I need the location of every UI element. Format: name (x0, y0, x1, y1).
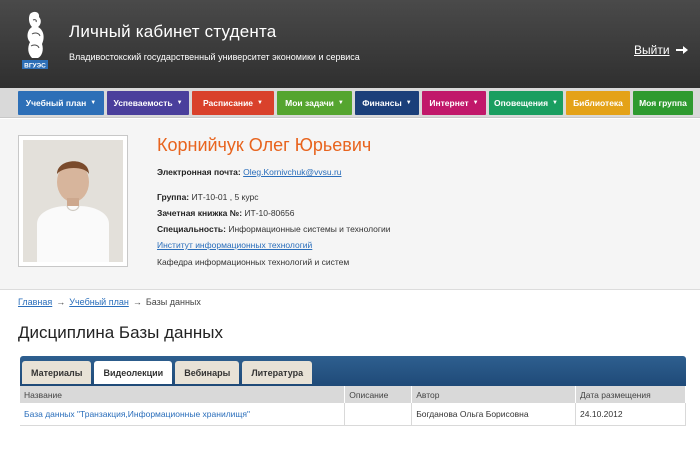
avatar-frame (18, 135, 128, 267)
nav-item[interactable]: Расписание ▼ (192, 91, 274, 115)
breadcrumb-separator: → (56, 297, 66, 307)
column-header-date[interactable]: Дата размещения (575, 386, 686, 403)
tab[interactable]: Видеолекции (94, 361, 173, 384)
cell-name: База данных "Транзакция,Информационные х… (20, 403, 346, 426)
specialty-line: Специальность: Информационные системы и … (157, 224, 391, 234)
email-link[interactable]: Oleg.Kornivchuk@vvsu.ru (243, 167, 341, 177)
email-label: Электронная почта: (157, 167, 241, 177)
specialty-value: Информационные системы и технологии (228, 224, 391, 234)
site-title: Личный кабинет студента (69, 22, 277, 41)
nav-item[interactable]: Библиотека (566, 91, 630, 115)
nav-item-label: Оповещения (494, 98, 549, 108)
breadcrumb: Главная → Учебный план → Базы данных (18, 297, 201, 307)
main-nav: Учебный план ▼ Успеваемость ▼ Расписание ▼ Мои… (18, 91, 693, 115)
record-value: ИТ-10-80656 (244, 208, 295, 218)
nav-item[interactable]: Моя группа (633, 91, 693, 115)
breadcrumb-home[interactable]: Главная (18, 297, 52, 307)
nav-item[interactable]: Интернет ▼ (422, 91, 486, 115)
caret-down-icon: ▼ (337, 100, 344, 106)
divider (0, 289, 700, 290)
department-line: Кафедра информационных технологий и сист… (157, 257, 349, 267)
caret-down-icon: ▼ (90, 100, 97, 106)
nav-item-label: Расписание (203, 98, 254, 108)
nav-item-label: Интернет (429, 98, 469, 108)
arrow-right-icon (675, 46, 688, 54)
app-header: ВГУЭС Личный кабинет студента Владивосто… (0, 0, 700, 88)
nav-item[interactable]: Мои задачи ▼ (277, 91, 352, 115)
material-link[interactable]: База данных "Транзакция,Информационные х… (24, 409, 250, 419)
caret-down-icon: ▼ (176, 100, 183, 106)
caret-down-icon: ▼ (257, 100, 263, 106)
record-label: Зачетная книжка №: (157, 208, 243, 218)
avatar (23, 140, 123, 262)
tab-bar: Материалы Видеолекции Вебинары Литература (22, 361, 313, 384)
breadcrumb-plan[interactable]: Учебный план (69, 297, 129, 307)
institute-line: Институт информационных технологий (157, 240, 312, 250)
breadcrumb-current: Базы данных (145, 297, 201, 307)
email-line: Электронная почта: Oleg.Kornivchuk@vvsu.… (157, 167, 342, 177)
page-title: Дисциплина Базы данных (18, 323, 223, 342)
table-header-row: Название Описание Автор Дата размещения (20, 386, 686, 403)
tab[interactable]: Литература (242, 361, 313, 384)
nav-item[interactable]: Успеваемость ▼ (107, 91, 189, 115)
student-profile: Корнийчук Олег Юрьевич Электронная почта… (0, 119, 700, 289)
site-subtitle: Владивостокский государственный универси… (69, 52, 360, 62)
nav-item[interactable]: Оповещения ▼ (489, 91, 563, 115)
caret-down-icon: ▼ (405, 100, 412, 106)
nav-item-label: Учебный план (25, 98, 87, 108)
nav-item-label: Библиотека (573, 98, 623, 108)
specialty-label: Специальность: (157, 224, 226, 234)
student-name: Корнийчук Олег Юрьевич (157, 135, 372, 155)
cell-date: 24.10.2012 (575, 403, 686, 426)
tab[interactable]: Материалы (22, 361, 92, 384)
group-line: Группа: ИТ-10-01 , 5 курс (157, 192, 259, 202)
department-value: Кафедра информационных технологий и сист… (157, 257, 350, 267)
nav-item-label: Мои задачи (285, 98, 334, 108)
column-header-author[interactable]: Автор (411, 386, 577, 403)
column-header-name[interactable]: Название (20, 386, 346, 403)
nav-item[interactable]: Учебный план ▼ (18, 91, 104, 115)
institute-link[interactable]: Институт информационных технологий (157, 240, 312, 250)
tab[interactable]: Вебинары (175, 361, 240, 384)
logout-link[interactable]: Выйти (634, 43, 688, 57)
record-line: Зачетная книжка №: ИТ-10-80656 (157, 208, 294, 218)
nav-item[interactable]: Финансы ▼ (355, 91, 419, 115)
breadcrumb-separator: → (132, 297, 142, 307)
cell-author: Богданова Ольга Борисовна (411, 403, 577, 426)
materials-table: Название Описание Автор Дата размещения … (20, 386, 686, 426)
main-nav-bar: Учебный план ▼ Успеваемость ▼ Расписание ▼ Мои… (0, 88, 700, 118)
table-row: База данных "Транзакция,Информационные х… (20, 403, 686, 426)
group-value: ИТ-10-01 , 5 курс (191, 192, 259, 202)
nav-item-label: Финансы (362, 98, 402, 108)
logo-text: ВГУЭС (24, 63, 46, 70)
university-logo: ВГУЭС (22, 11, 48, 70)
caret-down-icon: ▼ (552, 100, 558, 106)
logout-label: Выйти (634, 43, 670, 57)
column-header-description[interactable]: Описание (344, 386, 413, 403)
group-label: Группа: (157, 192, 190, 202)
cell-description (344, 403, 413, 426)
caret-down-icon: ▼ (472, 100, 479, 106)
nav-item-label: Успеваемость (113, 98, 173, 108)
nav-item-label: Моя группа (639, 98, 687, 108)
